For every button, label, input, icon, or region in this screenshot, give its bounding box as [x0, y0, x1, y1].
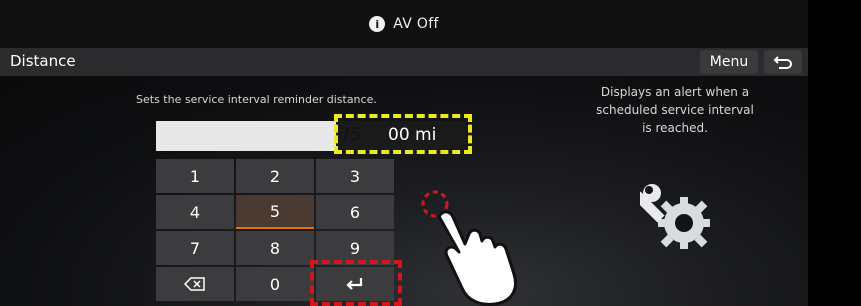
right-black-band [808, 0, 861, 306]
key-1[interactable]: 1 [156, 159, 234, 193]
key-2[interactable]: 2 [236, 159, 314, 193]
key-5[interactable]: 5 [236, 195, 314, 229]
key-6[interactable]: 6 [316, 195, 394, 229]
page-title: Distance [10, 52, 76, 70]
status-bar: i AV Off [0, 0, 808, 48]
key-4[interactable]: 4 [156, 195, 234, 229]
backspace-key[interactable] [156, 267, 234, 301]
prompt-text: Sets the service interval reminder dista… [136, 93, 377, 106]
highlight-yellow-box [334, 114, 472, 154]
back-arrow-icon [773, 56, 792, 69]
key-0[interactable]: 0 [236, 267, 314, 301]
backspace-icon [184, 277, 205, 291]
description-line-2: scheduled service interval [596, 103, 754, 117]
key-7[interactable]: 7 [156, 231, 234, 265]
highlight-red-box [310, 260, 402, 306]
back-button[interactable] [764, 50, 802, 74]
description: Displays an alert when a scheduled servi… [560, 83, 790, 137]
menu-button[interactable]: Menu [700, 50, 758, 74]
content-area: Sets the service interval reminder dista… [0, 76, 808, 306]
info-icon: i [369, 16, 386, 32]
description-line-1: Displays an alert when a [600, 85, 750, 99]
description-line-3: is reached. [642, 121, 708, 135]
key-3[interactable]: 3 [316, 159, 394, 193]
tap-hand-icon [421, 190, 517, 306]
status-text: AV Off [393, 16, 439, 32]
wrench-gear-icon [640, 184, 710, 249]
header-bar: Distance Menu [0, 48, 808, 76]
screen: i AV Off Distance Menu Sets the service … [0, 0, 808, 306]
key-8[interactable]: 8 [236, 231, 314, 265]
